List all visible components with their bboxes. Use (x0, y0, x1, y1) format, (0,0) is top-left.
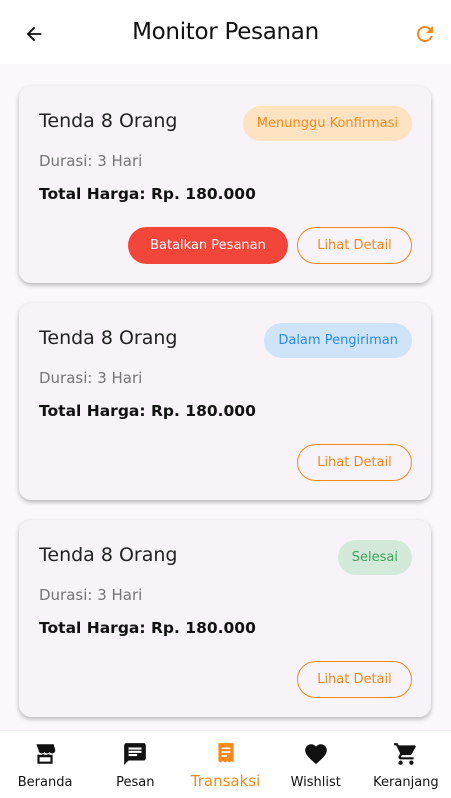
status-badge: Dalam Pengiriman (264, 323, 412, 358)
total-price: Total Harga: Rp. 180.000 (39, 402, 256, 420)
page-title: Monitor Pesanan (132, 19, 319, 45)
duration-text: Durasi: 3 Hari (39, 369, 143, 387)
product-name: Tenda 8 Orang (39, 327, 178, 349)
cart-icon (393, 741, 419, 767)
nav-item-keranjang[interactable]: Keranjang (361, 731, 451, 798)
order-card: Tenda 8 Orang Selesai Durasi: 3 Hari Tot… (19, 520, 431, 717)
total-price: Total Harga: Rp. 180.000 (39, 185, 256, 203)
duration-text: Durasi: 3 Hari (39, 152, 143, 170)
status-badge: Selesai (337, 540, 412, 575)
heart-icon (303, 741, 329, 767)
store-icon (32, 741, 58, 767)
view-detail-button[interactable]: Lihat Detail (297, 661, 412, 698)
chat-icon (122, 741, 148, 767)
order-card: Tenda 8 Orang Dalam Pengiriman Durasi: 3… (19, 303, 431, 500)
receipt-icon (213, 741, 239, 767)
arrow-left-icon (26, 26, 42, 42)
order-card: Tenda 8 Orang Menunggu Konfirmasi Durasi… (19, 86, 431, 283)
back-button[interactable] (20, 20, 48, 48)
cancel-order-button[interactable]: Batalkan Pesanan (128, 227, 288, 264)
product-name: Tenda 8 Orang (39, 110, 178, 132)
nav-item-pesan[interactable]: Pesan (90, 731, 180, 798)
nav-item-wishlist[interactable]: Wishlist (271, 731, 361, 798)
refresh-icon (417, 26, 433, 42)
nav-label: Keranjang (373, 775, 439, 790)
view-detail-button[interactable]: Lihat Detail (297, 227, 412, 264)
nav-label: Wishlist (290, 775, 341, 790)
nav-item-transaksi[interactable]: Transaksi (180, 731, 270, 798)
duration-text: Durasi: 3 Hari (39, 586, 143, 604)
app-bar: Monitor Pesanan (0, 0, 451, 64)
nav-label: Beranda (17, 775, 73, 790)
nav-label: Pesan (116, 775, 155, 790)
total-price: Total Harga: Rp. 180.000 (39, 619, 256, 637)
refresh-button[interactable] (411, 20, 439, 48)
nav-item-beranda[interactable]: Beranda (0, 731, 90, 798)
bottom-navigation: Beranda Pesan Transaksi Wishlist Keranja… (0, 730, 451, 798)
view-detail-button[interactable]: Lihat Detail (297, 444, 412, 481)
nav-label: Transaksi (190, 772, 261, 790)
status-badge: Menunggu Konfirmasi (242, 106, 412, 141)
order-list: Tenda 8 Orang Menunggu Konfirmasi Durasi… (0, 64, 451, 730)
product-name: Tenda 8 Orang (39, 544, 178, 566)
